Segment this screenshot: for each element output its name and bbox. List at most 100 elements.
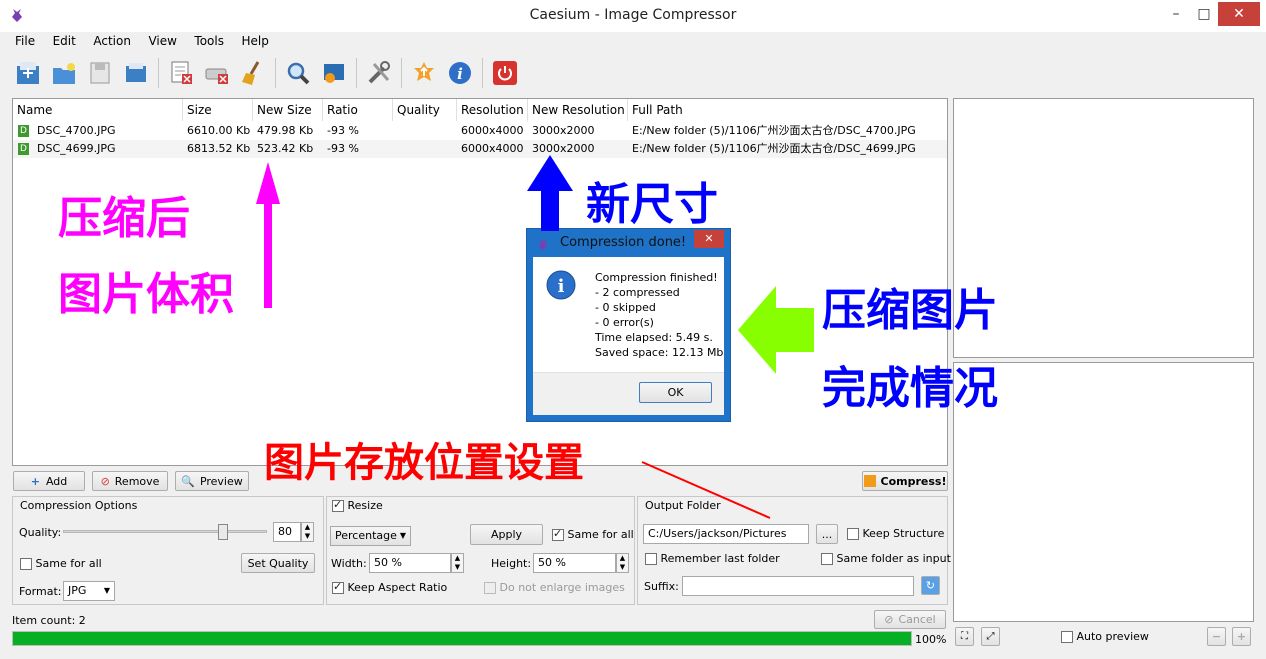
menu-tools[interactable]: Tools	[187, 32, 231, 50]
auto-preview-checkbox[interactable]: Auto preview	[1061, 630, 1149, 643]
suffix-input[interactable]	[682, 576, 914, 596]
close-button[interactable]: ✕	[1218, 2, 1260, 26]
width-spinbox[interactable]: 50 %	[369, 553, 451, 573]
add-button[interactable]: + Add	[13, 471, 85, 491]
progress-percent: 100%	[915, 633, 947, 646]
checkbox-icon	[847, 528, 859, 540]
remove-item-icon[interactable]	[166, 58, 196, 88]
remember-last-folder-checkbox[interactable]: Remember last folder	[645, 552, 780, 565]
zoom-in-icon[interactable]: +	[1232, 627, 1251, 646]
column-header-new-size[interactable]: New Size	[253, 99, 323, 121]
format-label: Format:	[19, 585, 62, 598]
add-pictures-icon[interactable]	[13, 58, 43, 88]
fullscreen-icon[interactable]: ⤢	[981, 627, 1000, 646]
zoom-out-icon[interactable]: −	[1207, 627, 1226, 646]
resize-same-for-all-checkbox[interactable]: Same for all	[552, 527, 634, 541]
apply-button[interactable]: Apply	[470, 524, 543, 545]
maximize-button[interactable]: □	[1190, 2, 1218, 26]
compression-same-for-all-checkbox[interactable]: Same for all	[20, 557, 102, 570]
checkbox-icon	[552, 527, 564, 541]
clear-disk-icon[interactable]	[202, 58, 232, 88]
column-header-resolution[interactable]: Resolution	[457, 99, 528, 121]
original-preview-pane	[953, 98, 1254, 358]
keep-structure-checkbox[interactable]: Keep Structure	[847, 527, 944, 540]
height-spinbox[interactable]: 50 %	[533, 553, 616, 573]
red-pointer-line	[640, 460, 775, 525]
resize-mode-select[interactable]: Percentage ▼	[330, 526, 411, 546]
annotation-compressed-size-line2: 图片体积	[58, 269, 234, 320]
toolbar-separator	[401, 58, 402, 88]
menu-action[interactable]: Action	[86, 32, 138, 50]
chevron-down-icon: ▼	[103, 586, 110, 595]
dialog-close-button[interactable]: ✕	[694, 230, 724, 248]
slider-thumb[interactable]	[218, 524, 228, 540]
progress-bar	[12, 631, 912, 646]
menu-help[interactable]: Help	[234, 32, 275, 50]
item-count: Item count: 2	[12, 614, 86, 627]
menu-view[interactable]: View	[141, 32, 183, 50]
cell-new-size: 523.42 Kb	[257, 142, 314, 155]
quality-value-spinbox[interactable]: 80	[273, 522, 301, 542]
checkbox-icon	[332, 498, 344, 512]
column-header-size[interactable]: Size	[183, 99, 253, 121]
dialog-line: - 2 compressed	[595, 286, 680, 299]
quality-slider[interactable]	[63, 524, 267, 540]
cell-full-path: E:/New folder (5)/1106广州沙面太古仓/DSC_4700.J…	[632, 124, 916, 137]
ok-button[interactable]: OK	[639, 382, 712, 403]
table-row[interactable]: D DSC_4700.JPG 6610.00 Kb 479.98 Kb -93 …	[13, 122, 947, 140]
cell-new-resolution: 3000x2000	[532, 124, 595, 137]
exit-power-icon[interactable]	[490, 58, 520, 88]
spin-arrows-icon[interactable]: ▲ ▼	[616, 553, 629, 573]
table-row[interactable]: D DSC_4699.JPG 6813.52 Kb 523.42 Kb -93 …	[13, 140, 947, 158]
column-header-full-path[interactable]: Full Path	[628, 99, 947, 121]
refresh-icon[interactable]: ↻	[921, 576, 940, 595]
compression-options-title: Compression Options	[20, 499, 138, 512]
search-icon[interactable]	[283, 58, 313, 88]
magenta-up-arrow-icon	[256, 162, 280, 311]
save-icon[interactable]	[85, 58, 115, 88]
cancel-button[interactable]: ⊘ Cancel	[874, 610, 946, 629]
compress-button[interactable]: Compress!	[862, 471, 948, 491]
set-quality-button[interactable]: Set Quality	[241, 553, 315, 573]
menu-file[interactable]: File	[8, 32, 42, 50]
do-not-enlarge-checkbox[interactable]: Do not enlarge images	[484, 581, 625, 594]
update-icon[interactable]	[409, 58, 439, 88]
fit-view-icon[interactable]: ⛶	[955, 627, 974, 646]
same-folder-as-input-checkbox[interactable]: Same folder as input	[821, 552, 951, 565]
preview-button[interactable]: 🔍 Preview	[175, 471, 249, 491]
browse-button[interactable]: ...	[816, 524, 838, 544]
info-icon[interactable]: i	[445, 58, 475, 88]
slider-track	[63, 530, 267, 533]
information-icon: i	[545, 269, 577, 304]
column-header-new-resolution[interactable]: New Resolution	[528, 99, 628, 121]
dialog-message: Compression finished! - 2 compressed - 0…	[595, 270, 723, 360]
output-path-input[interactable]: C:/Users/jackson/Pictures	[643, 524, 809, 544]
dialog-title: Compression done!	[560, 235, 687, 250]
column-header-quality[interactable]: Quality	[393, 99, 457, 121]
minimize-button[interactable]: –	[1162, 2, 1190, 26]
cell-name: DSC_4700.JPG	[37, 124, 116, 137]
settings-tools-icon[interactable]	[364, 58, 394, 88]
resize-checkbox[interactable]: Resize	[332, 498, 383, 512]
checkbox-icon	[645, 553, 657, 565]
spin-arrows-icon[interactable]: ▲ ▼	[451, 553, 464, 573]
column-header-name[interactable]: Name	[13, 99, 183, 121]
magnifier-icon: 🔍	[181, 474, 195, 488]
annotation-new-size: 新尺寸	[586, 179, 718, 230]
image-preview-icon[interactable]	[319, 58, 349, 88]
column-header-ratio[interactable]: Ratio	[323, 99, 393, 121]
format-select[interactable]: JPG ▼	[63, 581, 115, 601]
spin-arrows-icon[interactable]: ▲ ▼	[301, 522, 314, 542]
save-list-icon[interactable]	[121, 58, 151, 88]
keep-aspect-ratio-checkbox[interactable]: Keep Aspect Ratio	[332, 580, 447, 594]
dialog-line: - 0 error(s)	[595, 316, 654, 329]
compress-icon	[863, 475, 876, 487]
menu-edit[interactable]: Edit	[46, 32, 83, 50]
remove-button[interactable]: ⊘ Remove	[92, 471, 168, 491]
open-folder-icon[interactable]	[49, 58, 79, 88]
clear-list-broom-icon[interactable]	[238, 58, 268, 88]
svg-text:i: i	[457, 65, 463, 83]
dialog-line: - 0 skipped	[595, 301, 656, 314]
dialog-footer: OK	[533, 372, 724, 415]
checkbox-icon	[821, 553, 833, 565]
